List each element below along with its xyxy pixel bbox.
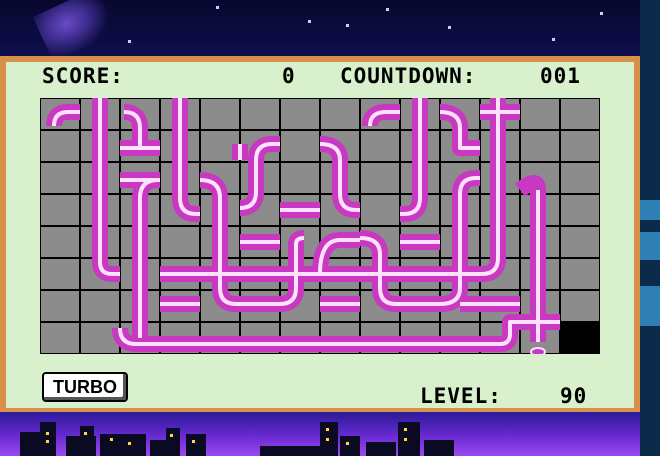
- star-icon: [128, 40, 131, 43]
- countdown-value: 001: [540, 64, 581, 88]
- pipe-end-icon: [530, 347, 546, 354]
- level-label: LEVEL:: [420, 384, 502, 408]
- star-icon: [216, 6, 219, 9]
- pipe-board-canvas: [40, 98, 600, 354]
- turbo-button[interactable]: TURBO: [42, 372, 128, 402]
- score-value: 0: [282, 64, 296, 88]
- level-value: 90: [560, 384, 588, 408]
- sky-background: [0, 0, 640, 62]
- star-icon: [600, 12, 603, 15]
- star-icon: [308, 20, 311, 23]
- star-icon: [552, 38, 555, 41]
- pipe-board[interactable]: [40, 98, 600, 354]
- score-label: SCORE:: [42, 64, 124, 88]
- side-strip: [640, 0, 660, 456]
- countdown-label: COUNTDOWN:: [340, 64, 477, 88]
- star-icon: [386, 8, 389, 11]
- star-icon: [346, 24, 349, 27]
- empty-cell[interactable]: [561, 323, 599, 353]
- city-skyline-icon: [0, 412, 640, 456]
- star-icon: [448, 26, 451, 29]
- nebula-icon: [32, 0, 118, 62]
